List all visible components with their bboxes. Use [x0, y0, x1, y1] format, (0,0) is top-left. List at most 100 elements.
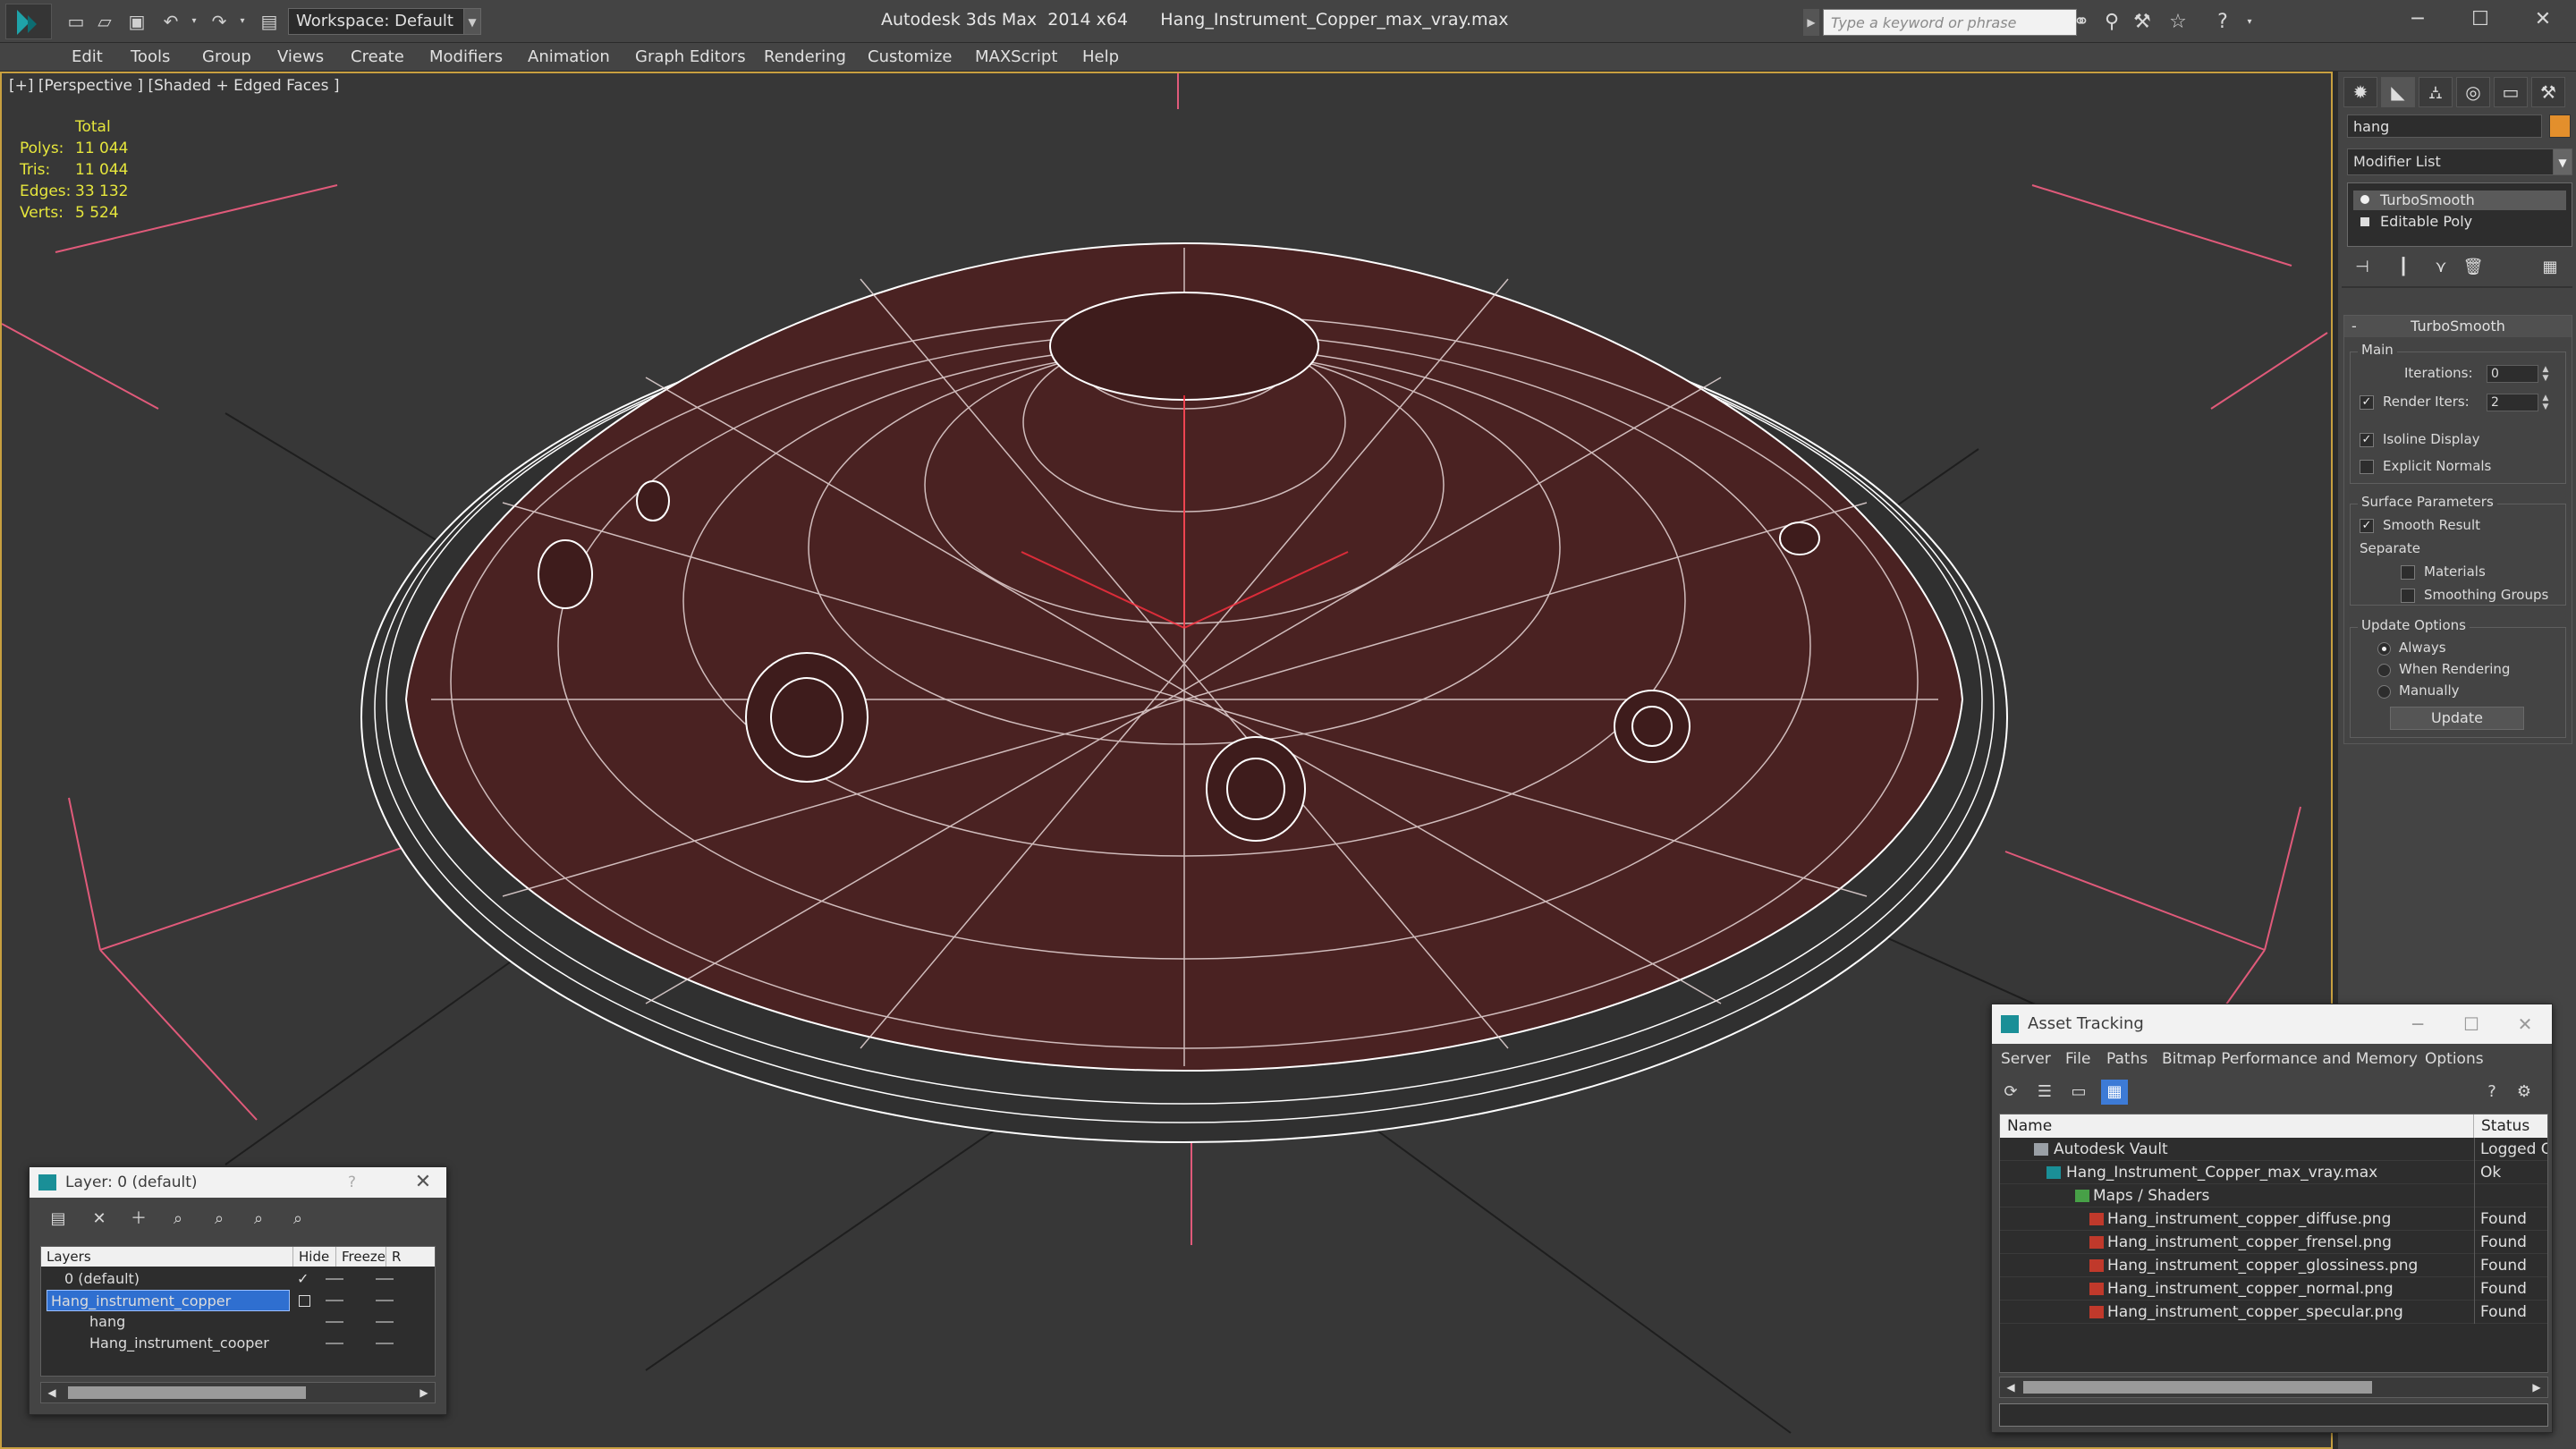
menu-rendering[interactable]: Rendering	[764, 43, 846, 72]
active-layer-check-icon[interactable]: ✓	[297, 1268, 309, 1290]
settings-icon[interactable]: ⚙	[2511, 1080, 2538, 1105]
remove-modifier-icon[interactable]: 🗑	[2458, 254, 2488, 281]
undo-dropdown-icon[interactable]: ▾	[182, 11, 206, 32]
motion-tab-icon[interactable]: ◎	[2456, 77, 2490, 107]
hierarchy-tab-icon[interactable]: ⛼	[2419, 77, 2453, 107]
scrollbar-thumb[interactable]	[2023, 1381, 2372, 1394]
scrollbar-thumb[interactable]	[68, 1386, 306, 1399]
render-iters-checkbox[interactable]: ✓	[2360, 395, 2374, 410]
close-icon[interactable]: ✕	[405, 1167, 441, 1198]
thumbnail-view-icon[interactable]: ▭	[2065, 1080, 2092, 1105]
table-row[interactable]: Hang_instrument_copper_frensel.png Found	[2000, 1231, 2547, 1254]
scroll-left-icon[interactable]: ◀	[2002, 1377, 2020, 1397]
stack-item-turbosmooth[interactable]: TurboSmooth	[2353, 191, 2566, 210]
menu-server[interactable]: Server	[2001, 1044, 2051, 1074]
freeze-all-icon[interactable]: ⌕	[284, 1207, 312, 1232]
explicit-normals-checkbox[interactable]	[2360, 460, 2374, 474]
viewport-label[interactable]: [+] [Perspective ] [Shaded + Edged Faces…	[9, 77, 339, 95]
project-folder-icon[interactable]: ▤	[258, 11, 281, 32]
freeze-toggle[interactable]	[376, 1321, 394, 1323]
maximize-icon[interactable]: ☐	[2445, 1004, 2498, 1044]
search-input[interactable]	[1823, 9, 2077, 36]
utilities-tab-icon[interactable]: ⚒	[2531, 77, 2565, 107]
redo-dropdown-icon[interactable]: ▾	[231, 11, 254, 32]
hide-toggle[interactable]	[326, 1321, 343, 1323]
show-end-result-icon[interactable]: ┃	[2388, 254, 2419, 281]
table-row[interactable]: Hang_instrument_copper_glossiness.png Fou…	[2000, 1254, 2547, 1277]
close-icon[interactable]: ✕	[2498, 1004, 2552, 1044]
render-iters-spinner[interactable]: 2	[2487, 394, 2538, 411]
menu-tools[interactable]: Tools	[131, 43, 170, 72]
table-row[interactable]: Autodesk Vault Logged O	[2000, 1138, 2547, 1161]
menu-options[interactable]: Options	[2425, 1044, 2484, 1074]
highlight-selected-icon[interactable]: ⌕	[205, 1207, 233, 1232]
column-header-freeze[interactable]: Freeze	[336, 1247, 386, 1267]
subscription-key-icon[interactable]: ⚲	[2098, 11, 2125, 34]
modifier-list-dropdown[interactable]: Modifier List	[2347, 148, 2555, 175]
layer-dialog-titlebar[interactable]: Layer: 0 (default) ? ✕	[30, 1167, 446, 1198]
when-rendering-radio[interactable]	[2377, 664, 2391, 677]
column-header-layers[interactable]: Layers	[41, 1247, 293, 1267]
close-window-icon[interactable]: ✕	[2515, 0, 2571, 39]
horizontal-scrollbar[interactable]: ◀ ▶	[1999, 1377, 2548, 1398]
menu-help[interactable]: Help	[1082, 43, 1119, 72]
hide-all-icon[interactable]: ⌕	[244, 1207, 273, 1232]
binoculars-icon[interactable]: ⚭	[2068, 11, 2095, 34]
help-button[interactable]: ?	[348, 1167, 356, 1198]
menu-create[interactable]: Create	[351, 43, 404, 72]
menu-views[interactable]: Views	[277, 43, 324, 72]
column-header-name[interactable]: Name	[2000, 1114, 2474, 1138]
minimize-icon[interactable]: ─	[2391, 1004, 2445, 1044]
undo-icon[interactable]: ↶	[159, 11, 182, 32]
column-header-render[interactable]: R	[386, 1247, 435, 1267]
object-name[interactable]: hang	[86, 1311, 125, 1333]
isoline-display-checkbox[interactable]: ✓	[2360, 433, 2374, 447]
menu-modifiers[interactable]: Modifiers	[429, 43, 503, 72]
spinner-arrows-icon[interactable]: ▲ ▼	[2540, 394, 2551, 411]
object-name[interactable]: Hang_instrument_cooper	[86, 1333, 269, 1354]
table-row[interactable]: Hang_instrument_copper_diffuse.png Found	[2000, 1208, 2547, 1231]
lightbulb-icon[interactable]	[2360, 195, 2369, 204]
smooth-result-checkbox[interactable]: ✓	[2360, 519, 2374, 533]
column-header-status[interactable]: Status	[2474, 1114, 2547, 1138]
menu-graph-editors[interactable]: Graph Editors	[635, 43, 746, 72]
collapse-icon[interactable]: -	[2351, 316, 2357, 337]
table-row[interactable]: Hang_Instrument_Copper_max_vray.max Ok	[2000, 1161, 2547, 1184]
delete-layer-icon[interactable]: ✕	[85, 1207, 114, 1232]
menu-customize[interactable]: Customize	[868, 43, 952, 72]
rollout-header[interactable]: - TurboSmooth	[2344, 316, 2572, 337]
create-layer-icon[interactable]: ▤	[44, 1207, 72, 1232]
materials-checkbox[interactable]	[2401, 565, 2415, 580]
menu-paths[interactable]: Paths	[2106, 1044, 2148, 1074]
maximize-icon[interactable]: ☐	[2453, 0, 2508, 39]
menu-group[interactable]: Group	[202, 43, 251, 72]
horizontal-scrollbar[interactable]: ◀ ▶	[40, 1382, 436, 1403]
help-icon[interactable]: ?	[2209, 11, 2236, 34]
modifier-list-arrow-icon[interactable]: ▼	[2553, 148, 2572, 175]
scroll-right-icon[interactable]: ▶	[415, 1383, 433, 1402]
help-dropdown-icon[interactable]: ▾	[2236, 11, 2263, 34]
freeze-toggle[interactable]	[376, 1343, 394, 1344]
hide-toggle[interactable]	[326, 1343, 343, 1344]
workspace-select[interactable]: Workspace: Default	[288, 8, 481, 35]
table-row[interactable]: Maps / Shaders	[2000, 1184, 2547, 1208]
hide-toggle[interactable]	[326, 1300, 343, 1301]
asset-path-field[interactable]	[1999, 1403, 2548, 1427]
table-row[interactable]: Hang_instrument_copper_specular.png Found	[2000, 1301, 2547, 1324]
favorites-star-icon[interactable]: ☆	[2165, 11, 2191, 34]
layer-name[interactable]: Hang_instrument_copper	[47, 1290, 290, 1311]
modify-tab-icon[interactable]: ◣	[2381, 77, 2415, 107]
redo-icon[interactable]: ↷	[208, 11, 231, 32]
layer-name[interactable]: 0 (default)	[61, 1268, 140, 1290]
smoothing-groups-checkbox[interactable]	[2401, 589, 2415, 603]
table-view-icon[interactable]: ▦	[2101, 1080, 2128, 1105]
scroll-left-icon[interactable]: ◀	[43, 1383, 61, 1402]
manually-radio[interactable]	[2377, 685, 2391, 699]
pin-stack-icon[interactable]: ⊣	[2347, 254, 2377, 281]
stack-item-editable-poly[interactable]: Editable Poly	[2353, 212, 2566, 232]
scroll-right-icon[interactable]: ▶	[2528, 1377, 2546, 1397]
layer-row[interactable]: 0 (default) ✓	[41, 1268, 435, 1290]
freeze-toggle[interactable]	[376, 1278, 394, 1280]
expand-icon[interactable]	[2360, 217, 2369, 226]
create-tab-icon[interactable]: ✹	[2343, 77, 2377, 107]
